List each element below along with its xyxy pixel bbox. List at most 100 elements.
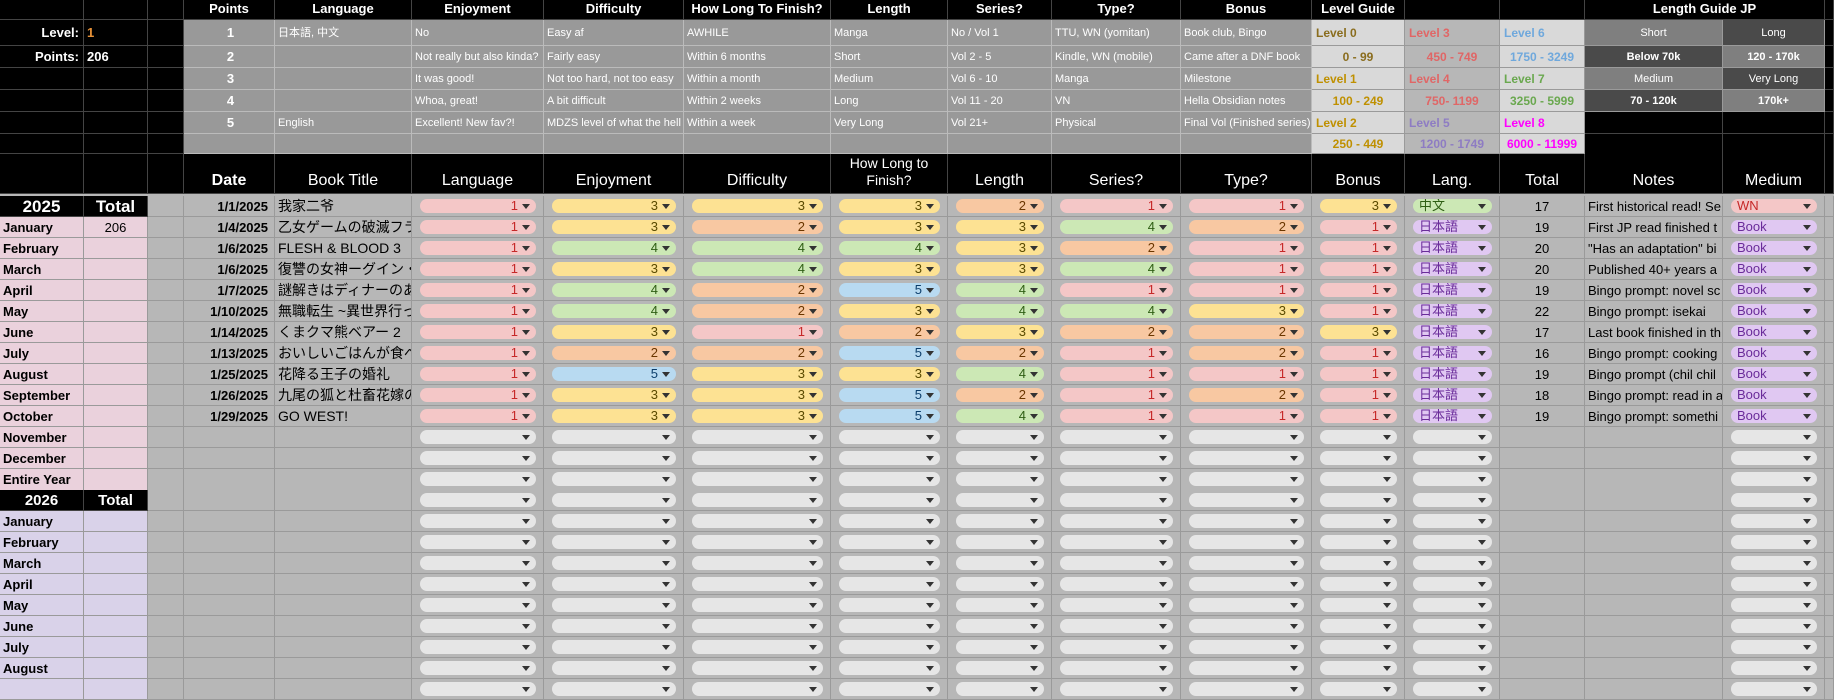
rating-cell[interactable]: 1 (1312, 406, 1405, 427)
points-desc-cell[interactable]: Not really but also kinda? (412, 46, 544, 68)
points-value-cell[interactable]: 5 (184, 112, 275, 134)
book-title-cell[interactable]: 乙女ゲームの破滅フラ (275, 217, 412, 238)
column-header[interactable]: How Long to Finish? (831, 154, 948, 194)
rating-cell[interactable]: 1 (412, 280, 544, 301)
rating-cell[interactable]: 2 (1052, 322, 1181, 343)
rating-cell[interactable]: 5 (831, 385, 948, 406)
dropdown-chip[interactable] (1060, 619, 1173, 633)
notes-cell[interactable]: Published 40+ years a (1585, 259, 1723, 280)
dropdown-chip[interactable]: 1 (420, 241, 536, 255)
dropdown-chip[interactable] (1060, 472, 1173, 486)
dropdown-chip[interactable]: 2 (1189, 220, 1304, 234)
dropdown-chip[interactable] (692, 577, 823, 591)
points-desc-cell[interactable]: Easy af (544, 20, 684, 46)
points-desc-cell[interactable]: Manga (1052, 68, 1181, 90)
points-desc-cell[interactable]: Book club, Bingo (1181, 20, 1312, 46)
dropdown-chip[interactable] (1413, 451, 1492, 465)
rating-cell[interactable] (948, 679, 1052, 700)
dropdown-chip[interactable]: 1 (420, 409, 536, 423)
month-label[interactable]: August (0, 364, 84, 385)
dropdown-chip[interactable] (420, 682, 536, 696)
points-table-header[interactable]: Length (831, 0, 948, 20)
points-table-header[interactable]: Series? (948, 0, 1052, 20)
medium-cell[interactable] (1723, 469, 1825, 491)
row-total[interactable] (1500, 553, 1585, 574)
column-header[interactable]: Language (412, 154, 544, 194)
dropdown-chip[interactable]: 3 (552, 199, 676, 213)
points-desc-cell[interactable]: Excellent! New fav?! (412, 112, 544, 134)
rating-cell[interactable]: 4 (684, 238, 831, 259)
dropdown-chip[interactable] (839, 430, 940, 444)
notes-cell[interactable] (1585, 427, 1723, 448)
rating-cell[interactable] (684, 490, 831, 511)
rating-cell[interactable] (412, 490, 544, 511)
points-desc-cell[interactable]: Medium (831, 68, 948, 90)
rating-cell[interactable]: 3 (948, 259, 1052, 280)
notes-cell[interactable] (1585, 469, 1723, 491)
points-desc-cell[interactable]: Short (831, 46, 948, 68)
book-title-cell[interactable] (275, 658, 412, 679)
medium-cell[interactable] (1723, 553, 1825, 574)
dropdown-chip[interactable]: 5 (552, 367, 676, 381)
dropdown-chip[interactable]: 3 (1320, 199, 1397, 213)
rating-cell[interactable] (1181, 448, 1312, 469)
dropdown-chip[interactable]: 日本語 (1413, 220, 1492, 234)
dropdown-chip[interactable] (956, 493, 1044, 507)
rating-cell[interactable] (684, 574, 831, 595)
dropdown-chip[interactable] (1731, 577, 1817, 591)
book-title-cell[interactable]: 復讐の女神ーグイン・ (275, 259, 412, 280)
rating-cell[interactable] (1052, 679, 1181, 700)
notes-cell[interactable] (1585, 595, 1723, 616)
row-total[interactable] (1500, 469, 1585, 491)
row-total[interactable] (1500, 616, 1585, 637)
dropdown-chip[interactable]: 2 (1189, 325, 1304, 339)
dropdown-chip[interactable] (956, 598, 1044, 612)
dropdown-chip[interactable]: 4 (956, 283, 1044, 297)
dropdown-chip[interactable] (1731, 556, 1817, 570)
month-label[interactable]: July (0, 343, 84, 364)
points-value-cell[interactable]: 1 (184, 20, 275, 46)
dropdown-chip[interactable] (1731, 514, 1817, 528)
rating-cell[interactable] (684, 658, 831, 679)
rating-cell[interactable]: 2 (684, 280, 831, 301)
rating-cell[interactable] (412, 574, 544, 595)
lang-cell[interactable] (1405, 595, 1500, 616)
rating-cell[interactable] (412, 616, 544, 637)
dropdown-chip[interactable] (956, 472, 1044, 486)
rating-cell[interactable] (1181, 658, 1312, 679)
rating-cell[interactable] (1181, 511, 1312, 532)
rating-cell[interactable] (1181, 532, 1312, 553)
medium-cell[interactable] (1723, 658, 1825, 679)
book-title-cell[interactable] (275, 595, 412, 616)
dropdown-chip[interactable]: 1 (692, 325, 823, 339)
rating-cell[interactable]: 4 (948, 406, 1052, 427)
dropdown-chip[interactable] (1189, 577, 1304, 591)
dropdown-chip[interactable]: 日本語 (1413, 346, 1492, 360)
dropdown-chip[interactable] (956, 619, 1044, 633)
dropdown-chip[interactable] (1060, 430, 1173, 444)
rating-cell[interactable] (412, 532, 544, 553)
date-cell[interactable]: 1/14/2025 (184, 322, 275, 343)
dropdown-chip[interactable]: 2 (956, 388, 1044, 402)
row-total[interactable]: 18 (1500, 385, 1585, 406)
dropdown-chip[interactable] (420, 472, 536, 486)
dropdown-chip[interactable] (1413, 472, 1492, 486)
dropdown-chip[interactable] (552, 556, 676, 570)
medium-cell[interactable]: Book (1723, 343, 1825, 364)
rating-cell[interactable]: 1 (412, 301, 544, 322)
book-title-cell[interactable]: おいしいごはんが食べ (275, 343, 412, 364)
dropdown-chip[interactable] (420, 577, 536, 591)
date-cell[interactable] (184, 553, 275, 574)
dropdown-chip[interactable] (552, 619, 676, 633)
dropdown-chip[interactable] (1189, 640, 1304, 654)
rating-cell[interactable] (1052, 511, 1181, 532)
date-cell[interactable] (184, 427, 275, 448)
dropdown-chip[interactable] (1189, 514, 1304, 528)
dropdown-chip[interactable] (839, 514, 940, 528)
dropdown-chip[interactable] (1189, 556, 1304, 570)
date-cell[interactable]: 1/13/2025 (184, 343, 275, 364)
dropdown-chip[interactable]: 3 (692, 409, 823, 423)
level-range-cell[interactable]: 250 - 449 (1312, 134, 1405, 154)
level-name-cell[interactable]: Level 8 (1500, 112, 1585, 134)
month-total[interactable] (84, 364, 148, 385)
